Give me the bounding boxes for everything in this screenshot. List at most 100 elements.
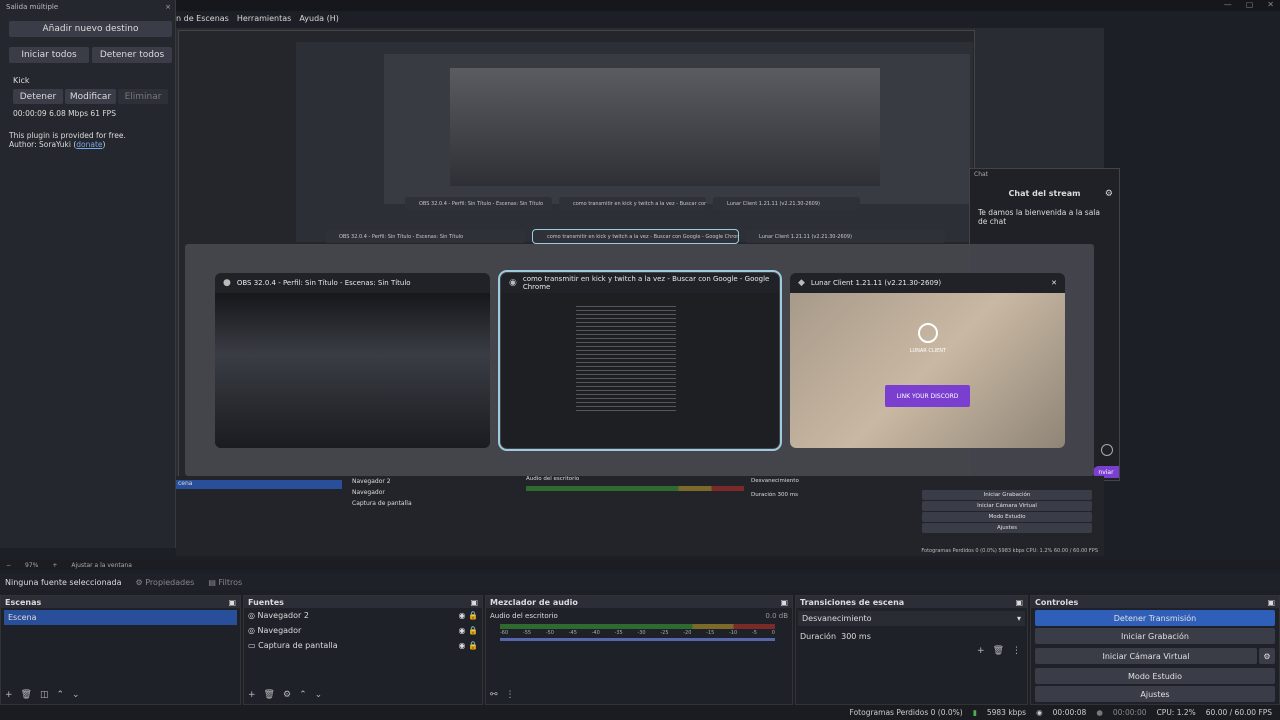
- eye-icon[interactable]: ◉: [459, 641, 466, 650]
- studio-mode-button[interactable]: Modo Estudio: [1035, 668, 1275, 684]
- add-icon[interactable]: +: [248, 690, 256, 700]
- echo-tab-lunar: Lunar Client 1.21.11 (v2.21.30-2609): [713, 197, 860, 210]
- donate-link[interactable]: donate: [76, 140, 102, 149]
- controls-title: Controles: [1035, 597, 1079, 607]
- echo2-tab-lunar: Lunar Client 1.21.11 (v2.21.30-2609): [745, 230, 945, 243]
- chrome-icon: ◉: [509, 277, 517, 288]
- volume-meter: [500, 624, 775, 629]
- properties-button[interactable]: ⚙ Propiedades: [136, 578, 195, 587]
- trash-icon[interactable]: 🗑: [993, 646, 1004, 656]
- remove-button[interactable]: Eliminar: [118, 89, 168, 104]
- switcher-card-title: OBS 32.0.4 - Perfil: Sin Título - Escena…: [236, 279, 411, 287]
- echo-scene: cena: [176, 480, 342, 489]
- switcher-card-obs[interactable]: ● OBS 32.0.4 - Perfil: Sin Título - Escen…: [215, 273, 490, 448]
- sources-toolbar: + 🗑 ⚙ ⌃ ⌄: [248, 690, 322, 700]
- lock-icon[interactable]: 🔒: [468, 626, 478, 635]
- user-settings-icon[interactable]: ⚙: [1105, 189, 1113, 199]
- zoom-fit-select[interactable]: Ajustar a la ventana: [71, 562, 132, 569]
- link-icon[interactable]: ⚯: [490, 690, 498, 700]
- mixer-dock: Mezclador de audio ▣ Audio del escritorio…: [485, 595, 793, 705]
- dock-menu-icon[interactable]: ▣: [1015, 598, 1023, 607]
- virtual-camera-button[interactable]: Iniciar Cámara Virtual: [1035, 648, 1257, 664]
- filters-button[interactable]: ▤ Filtros: [208, 578, 242, 587]
- close-icon[interactable]: ×: [165, 3, 171, 11]
- stop-button[interactable]: Detener: [13, 89, 63, 104]
- multi-output-panel: Salida múltiple × Añadir nuevo destino I…: [0, 0, 176, 548]
- menu-item-scene-collection[interactable]: n de Escenas: [176, 14, 229, 23]
- cpu-usage: CPU: 1.2%: [1156, 708, 1196, 717]
- lunar-discord-banner: LINK YOUR DISCORD: [885, 385, 970, 407]
- filter-icon[interactable]: ◫: [40, 690, 49, 700]
- volume-slider[interactable]: [500, 638, 775, 641]
- start-recording-button[interactable]: Iniciar Grabación: [1035, 628, 1275, 644]
- duration-input[interactable]: 300 ms: [841, 632, 871, 641]
- start-all-button[interactable]: Iniciar todos: [9, 47, 89, 63]
- menu-item-tools[interactable]: Herramientas: [237, 14, 292, 23]
- mixer-toolbar: ⚯ ⋮: [490, 690, 515, 700]
- echo-status: Fotogramas Perdidos 0 (0.0%) 5983 kbps C…: [921, 548, 1098, 554]
- dock-menu-icon[interactable]: ▣: [228, 598, 236, 607]
- zoom-out-icon[interactable]: −: [6, 562, 11, 569]
- lunar-icon: ◆: [798, 277, 805, 288]
- more-icon[interactable]: ⋮: [1012, 646, 1021, 656]
- transition-select[interactable]: Desvanecimiento ▾: [798, 611, 1025, 626]
- source-item[interactable]: ▭ Captura de pantalla ◉ 🔒: [244, 638, 482, 653]
- up-icon[interactable]: ⌃: [57, 690, 65, 700]
- display-capture-icon: ▭: [248, 641, 256, 650]
- echo-sources: Navegador 2 Navegador Captura de pantall…: [352, 476, 412, 509]
- gear-icon[interactable]: ⚙: [1259, 648, 1275, 664]
- free-note: This plugin is provided for free.: [9, 131, 126, 140]
- add-destination-button[interactable]: Añadir nuevo destino: [9, 21, 172, 37]
- eye-icon[interactable]: ◉: [459, 611, 466, 620]
- add-icon[interactable]: +: [5, 690, 13, 700]
- lock-icon[interactable]: 🔒: [468, 641, 478, 650]
- stop-stream-button[interactable]: Detener Transmisión: [1035, 610, 1275, 626]
- transitions-title: Transiciones de escena: [800, 597, 905, 607]
- gear-icon[interactable]: ⚙: [283, 690, 291, 700]
- eye-icon[interactable]: ◉: [459, 626, 466, 635]
- more-icon[interactable]: ⋮: [506, 690, 515, 700]
- trash-icon[interactable]: 🗑: [264, 690, 275, 700]
- echo-transition-type: Desvanecimiento: [751, 478, 799, 484]
- dock-menu-icon[interactable]: ▣: [1267, 598, 1275, 607]
- multi-output-title: Salida múltiple: [6, 3, 59, 11]
- trash-icon[interactable]: 🗑: [21, 690, 32, 700]
- minimize-icon[interactable]: —: [1224, 0, 1232, 9]
- switcher-card-chrome[interactable]: ◉ como transmitir en kick y twitch a la v…: [498, 270, 782, 451]
- up-icon[interactable]: ⌃: [299, 690, 307, 700]
- obs-thumbnail: [215, 293, 490, 448]
- modify-button[interactable]: Modificar: [65, 89, 116, 104]
- filters-label: Filtros: [218, 577, 243, 587]
- stop-all-button[interactable]: Detener todos: [92, 47, 172, 63]
- down-icon[interactable]: ⌄: [315, 690, 323, 700]
- filter-icon: ▤: [208, 577, 216, 587]
- down-icon[interactable]: ⌄: [72, 690, 80, 700]
- menu-item-help[interactable]: Ayuda (H): [299, 14, 339, 23]
- switcher-card-lunar[interactable]: ◆ Lunar Client 1.21.11 (v2.21.30-2609) ✕ L…: [790, 273, 1065, 448]
- source-item[interactable]: ◎ Navegador 2 ◉ 🔒: [244, 608, 482, 623]
- transitions-dock: Transiciones de escena ▣ Desvanecimiento ▾…: [795, 595, 1028, 705]
- echo-source-3: Captura de pantalla: [352, 500, 412, 507]
- source-label: Navegador 2: [257, 611, 309, 620]
- echo-mixer: Audio del escritorio: [526, 476, 744, 491]
- echo-source-2: Navegador: [352, 489, 385, 496]
- dock-menu-icon[interactable]: ▣: [780, 598, 788, 607]
- scenes-title: Escenas: [5, 597, 42, 607]
- dock-menu-icon[interactable]: ▣: [470, 598, 478, 607]
- sources-dock: Fuentes ▣ ◎ Navegador 2 ◉ 🔒 ◎ Navegador ◉ 🔒…: [243, 595, 483, 705]
- switcher-card-title: Lunar Client 1.21.11 (v2.21.30-2609): [810, 279, 942, 287]
- add-icon[interactable]: +: [977, 646, 985, 656]
- scene-item[interactable]: Escena: [4, 610, 237, 625]
- zoom-in-icon[interactable]: +: [52, 562, 57, 569]
- emoji-icon[interactable]: [1101, 444, 1113, 456]
- transitions-toolbar: + 🗑 ⋮: [977, 646, 1021, 656]
- echo-transitions: Desvanecimiento Duración 300 ms: [751, 478, 916, 498]
- settings-button[interactable]: Ajustes: [1035, 686, 1275, 702]
- close-icon[interactable]: ✕: [1267, 0, 1274, 9]
- close-icon[interactable]: ✕: [1051, 279, 1057, 287]
- echo-source-1: Navegador 2: [352, 478, 391, 485]
- maximize-icon[interactable]: ▢: [1246, 0, 1254, 9]
- controls-dock: Controles ▣ Detener Transmisión Iniciar G…: [1030, 595, 1280, 705]
- source-item[interactable]: ◎ Navegador ◉ 🔒: [244, 623, 482, 638]
- lock-icon[interactable]: 🔒: [468, 611, 478, 620]
